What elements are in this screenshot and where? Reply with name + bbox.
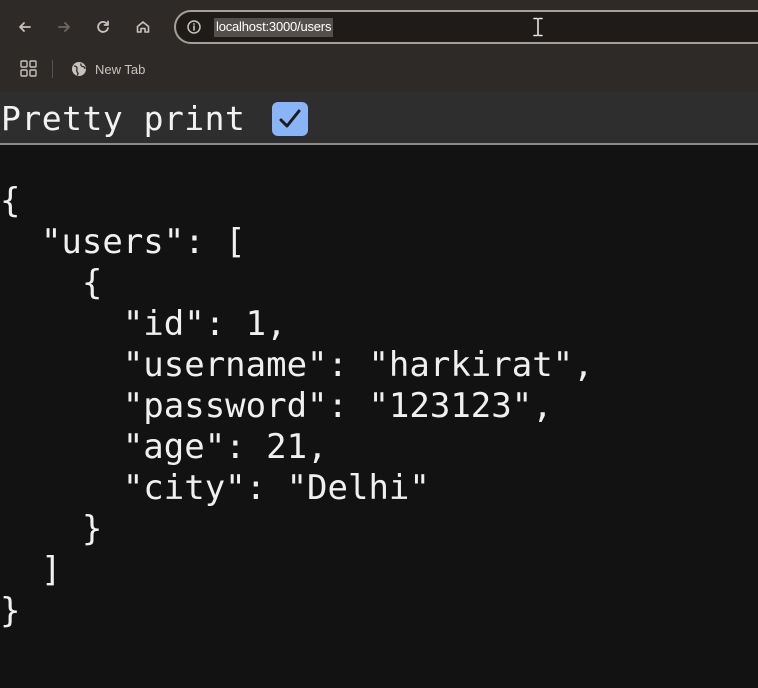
json-line: ] [0,550,62,590]
arrow-right-icon [58,22,70,32]
checkmark-icon [279,109,301,128]
forward-button[interactable] [51,14,77,40]
json-line: "username": "harkirat", [0,345,594,385]
json-content: { "users": [ { "id": 1, "username": "har… [0,181,594,632]
apps-grid-icon[interactable] [20,60,37,77]
arrow-left-icon [19,22,31,32]
pretty-print-bar: Pretty print [0,92,758,145]
reload-button[interactable] [90,14,116,40]
json-line: "password": "123123", [0,386,553,426]
bookmarks-divider [52,60,53,78]
json-viewer: { "users": [ { "id": 1, "username": "har… [0,145,758,688]
bookmarks-bar: New Tab [0,54,758,84]
text-cursor-icon [533,17,543,37]
browser-toolbar: localhost:3000/users New Tab [0,0,758,92]
url-text[interactable]: localhost:3000/users [214,18,334,37]
json-line: "city": "Delhi" [0,468,430,508]
json-line: } [0,509,103,549]
pretty-print-checkbox[interactable] [272,102,308,136]
bookmark-new-tab[interactable]: New Tab [71,58,145,80]
json-line: "id": 1, [0,304,287,344]
home-button[interactable] [130,14,156,40]
json-line: "age": 21, [0,427,328,467]
reload-icon [97,20,109,33]
back-button[interactable] [12,14,38,40]
info-icon[interactable] [186,19,202,35]
json-line: "users": [ [0,222,246,262]
home-icon [136,21,150,33]
navigation-row: localhost:3000/users [0,4,758,50]
address-bar[interactable]: localhost:3000/users [174,10,758,44]
json-line: } [0,591,21,631]
json-line: { [0,263,103,303]
json-line: { [0,181,21,221]
pretty-print-label: Pretty print [1,99,246,138]
globe-icon [72,62,86,76]
bookmark-label: New Tab [95,61,146,77]
